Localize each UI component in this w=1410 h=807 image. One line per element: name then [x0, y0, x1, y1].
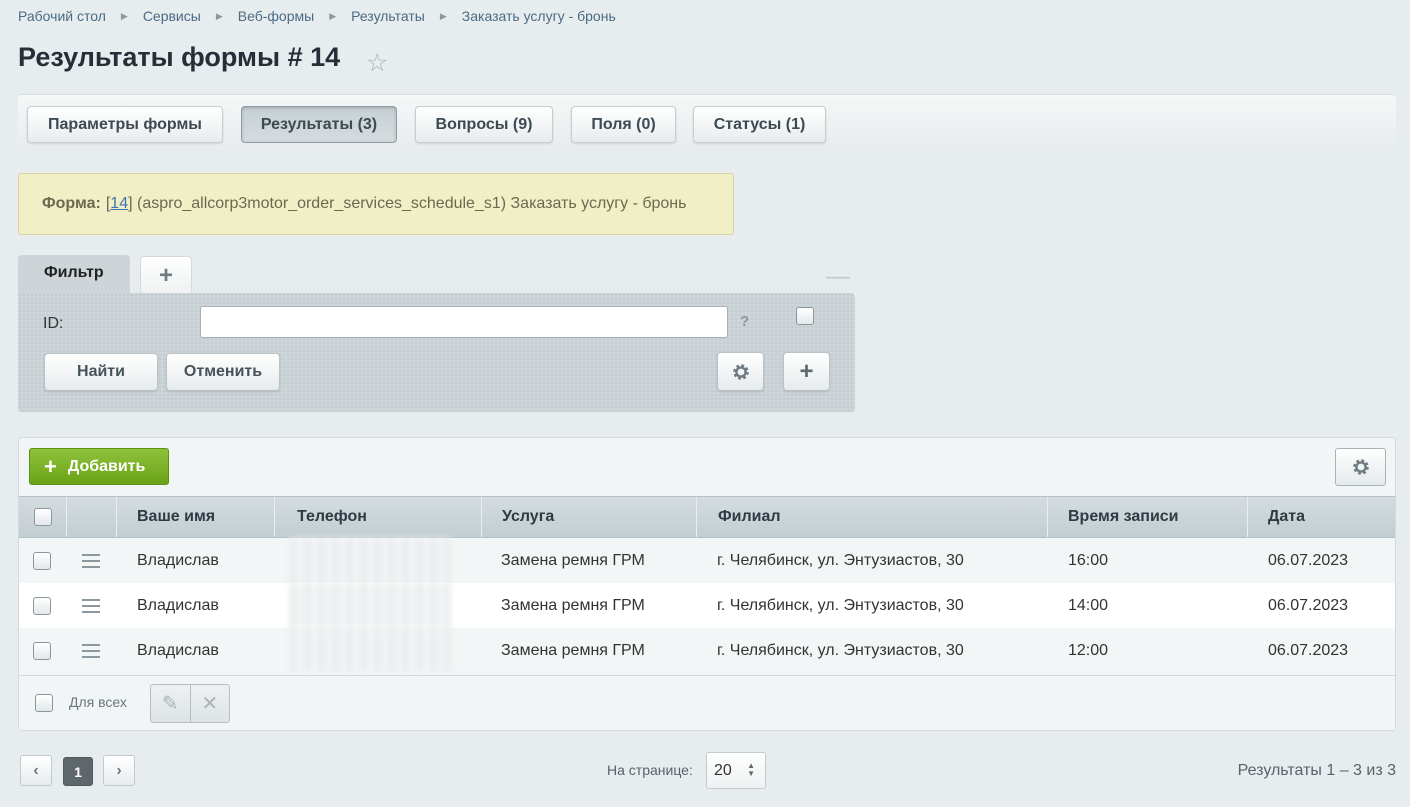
breadcrumb-separator-icon: ▶	[215, 10, 223, 21]
results-count: Результаты 1 – 3 из 3	[1237, 762, 1396, 779]
row-menu-icon[interactable]	[82, 538, 100, 583]
delete-icon[interactable]: ✕	[189, 685, 230, 722]
for-all-label: Для всех	[69, 694, 127, 710]
breadcrumb-separator-icon: ▶	[439, 10, 447, 21]
table-header: Ваше имя Телефон Услуга Филиал Время зап…	[19, 496, 1395, 538]
cell-date: 06.07.2023	[1268, 551, 1349, 569]
cell-time: 16:00	[1068, 551, 1109, 569]
row-checkbox[interactable]	[33, 551, 51, 570]
filter-field-checkbox[interactable]	[796, 307, 814, 325]
filter-add-tab-button[interactable]: +	[140, 256, 192, 294]
table-row[interactable]: Владислав Замена ремня ГРМ г. Челябинск,…	[19, 538, 1395, 583]
column-header-service[interactable]: Услуга	[482, 497, 697, 537]
grid-settings-button[interactable]	[1335, 448, 1386, 486]
menu-icon	[82, 640, 100, 662]
row-checkbox-cell	[33, 628, 51, 673]
table-row[interactable]: Владислав Замена ремня ГРМ г. Челябинск,…	[19, 628, 1395, 673]
gear-icon	[1352, 459, 1369, 475]
row-menu-icon[interactable]	[82, 628, 100, 673]
cell-service: Замена ремня ГРМ	[501, 596, 645, 614]
find-button[interactable]: Найти	[44, 353, 158, 391]
cell-time: 12:00	[1068, 641, 1109, 659]
breadcrumb-separator-icon: ▶	[120, 10, 128, 21]
breadcrumb-link-desktop[interactable]: Рабочий стол	[18, 8, 106, 24]
form-id-link[interactable]: 14	[110, 195, 128, 213]
cell-phone-redacted	[289, 538, 451, 583]
breadcrumb-link-results[interactable]: Результаты	[351, 8, 425, 24]
tab-questions[interactable]: Вопросы (9)	[415, 106, 553, 143]
gear-icon	[732, 363, 749, 380]
star-icon[interactable]: ☆	[366, 48, 388, 78]
cell-branch: г. Челябинск, ул. Энтузиастов, 30	[717, 551, 964, 569]
breadcrumb: Рабочий стол ▶ Сервисы ▶ Веб-формы ▶ Рез…	[18, 8, 616, 24]
column-header-date[interactable]: Дата	[1248, 497, 1395, 537]
edit-icon[interactable]: ✎	[151, 685, 190, 722]
filter-id-input[interactable]	[200, 306, 728, 338]
filter-settings-button[interactable]	[717, 352, 764, 391]
tab-results[interactable]: Результаты (3)	[241, 106, 397, 143]
cell-branch: г. Челябинск, ул. Энтузиастов, 30	[717, 596, 964, 614]
tab-statuses[interactable]: Статусы (1)	[693, 106, 826, 143]
cell-date: 06.07.2023	[1268, 641, 1349, 659]
per-page-select[interactable]: 20 ▲ ▼	[706, 752, 766, 789]
notice-label: Форма:	[42, 195, 101, 212]
cell-date: 06.07.2023	[1268, 596, 1349, 614]
cell-name: Владислав	[137, 641, 219, 659]
tab-form-params[interactable]: Параметры формы	[27, 106, 223, 143]
cell-service: Замена ремня ГРМ	[501, 551, 645, 569]
menu-icon	[82, 595, 100, 617]
tab-fields[interactable]: Поля (0)	[571, 106, 676, 143]
filter-panel: ID: ? Найти Отменить +	[18, 293, 855, 412]
page-number-current[interactable]: 1	[63, 757, 93, 786]
select-all-cell	[19, 497, 67, 537]
add-button-label: Добавить	[67, 457, 146, 475]
column-header-time[interactable]: Время записи	[1048, 497, 1248, 537]
cancel-button[interactable]: Отменить	[166, 353, 280, 391]
select-all-checkbox[interactable]	[34, 508, 52, 526]
filter-id-label: ID:	[43, 315, 64, 332]
help-icon[interactable]: ?	[740, 313, 749, 330]
column-header-name[interactable]: Ваше имя	[117, 497, 275, 537]
per-page-value: 20	[714, 761, 732, 779]
filter-collapse-minus-icon[interactable]: —	[826, 263, 850, 291]
form-notice: Форма: [14] (aspro_allcorp3motor_order_s…	[18, 173, 734, 235]
row-checkbox[interactable]	[33, 641, 51, 660]
cell-name: Владислав	[137, 551, 219, 569]
breadcrumb-link-webforms[interactable]: Веб-формы	[238, 8, 314, 24]
breadcrumb-separator-icon: ▶	[329, 10, 337, 21]
filter-tab[interactable]: Фильтр	[18, 255, 130, 294]
for-all-checkbox[interactable]	[35, 694, 53, 712]
cell-name: Владислав	[137, 596, 219, 614]
select-arrows-icon: ▲ ▼	[747, 761, 755, 778]
tabs-bar: Параметры формы Результаты (3) Вопросы (…	[18, 94, 1396, 153]
cell-service: Замена ремня ГРМ	[501, 641, 645, 659]
row-menu-icon[interactable]	[82, 583, 100, 628]
cell-phone-redacted	[289, 628, 451, 673]
row-checkbox[interactable]	[33, 596, 51, 615]
table-row[interactable]: Владислав Замена ремня ГРМ г. Челябинск,…	[19, 583, 1395, 628]
column-header-phone[interactable]: Телефон	[275, 497, 482, 537]
filter-add-field-button[interactable]: +	[783, 352, 830, 391]
cell-phone-redacted	[289, 583, 451, 628]
add-button[interactable]: + Добавить	[29, 448, 169, 485]
breadcrumb-link-form[interactable]: Заказать услугу - бронь	[462, 8, 616, 24]
menu-icon	[82, 550, 100, 572]
results-grid: + Добавить Ваше имя Телефон Услуга Филиа…	[18, 437, 1396, 731]
chevron-right-icon[interactable]: ›	[103, 755, 135, 786]
page-title: Результаты формы # 14	[18, 42, 341, 72]
notice-form-info: ] (aspro_allcorp3motor_order_services_sc…	[128, 195, 687, 212]
chevron-left-icon[interactable]: ‹	[20, 755, 52, 786]
column-header-branch[interactable]: Филиал	[697, 497, 1048, 537]
cell-branch: г. Челябинск, ул. Энтузиастов, 30	[717, 641, 964, 659]
grid-footer: Для всех ✎ ✕	[19, 675, 1395, 730]
row-checkbox-cell	[33, 583, 51, 628]
bulk-actions: ✎ ✕	[150, 684, 230, 723]
breadcrumb-link-services[interactable]: Сервисы	[143, 8, 201, 24]
plus-icon: +	[44, 453, 57, 479]
row-checkbox-cell	[33, 538, 51, 583]
actions-header	[67, 497, 117, 537]
per-page-label: На странице:	[607, 762, 693, 778]
cell-time: 14:00	[1068, 596, 1109, 614]
